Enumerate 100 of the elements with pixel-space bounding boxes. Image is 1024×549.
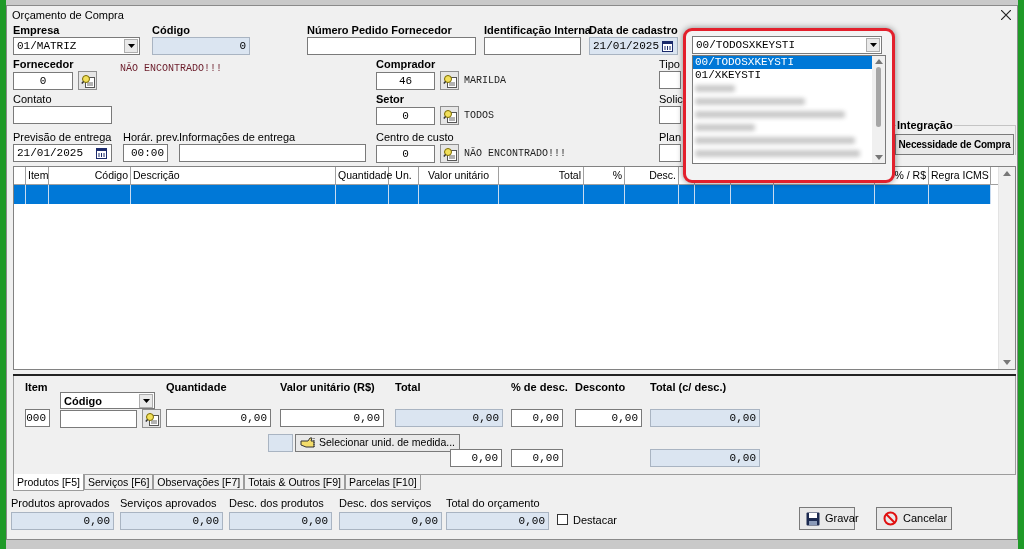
- scroll-down-icon[interactable]: [874, 155, 883, 160]
- close-icon[interactable]: [1001, 10, 1011, 20]
- field-label: Solic: [659, 93, 683, 106]
- checkbox-label: Destacar: [573, 512, 618, 528]
- dropdown-arrow-icon: [127, 44, 135, 48]
- column-header[interactable]: Total: [499, 167, 584, 184]
- input-field[interactable]: [484, 37, 581, 55]
- lookup-button[interactable]: [142, 409, 161, 428]
- tab[interactable]: Produtos [F5]: [13, 474, 85, 491]
- lookup-button[interactable]: [440, 71, 459, 90]
- input-field[interactable]: [659, 144, 681, 162]
- vertical-scrollbar[interactable]: [872, 56, 885, 163]
- search-icon: [80, 73, 95, 88]
- group-title: Integração: [896, 119, 954, 131]
- scroll-up-icon[interactable]: [874, 59, 883, 64]
- column-header[interactable]: %: [584, 167, 625, 184]
- search-icon: [144, 411, 159, 426]
- input-field[interactable]: 0,00: [11, 512, 114, 530]
- prohibited-icon: [883, 511, 899, 526]
- field-label: Informações de entrega: [179, 131, 296, 144]
- combo-box[interactable]: 01/MATRIZ: [13, 37, 140, 55]
- input-field[interactable]: 000: [25, 409, 50, 427]
- calendar-button[interactable]: [95, 146, 108, 160]
- input-field[interactable]: 0: [376, 106, 435, 125]
- combo-box[interactable]: 00/TODOSXKEYSTI: [692, 36, 882, 54]
- column-header[interactable]: Valor unitário: [419, 167, 499, 184]
- input-field[interactable]: 0,00: [575, 409, 642, 427]
- field-label: Total (c/ desc.): [650, 381, 727, 394]
- input-field[interactable]: [179, 144, 366, 162]
- column-header[interactable]: Regra ICMS: [929, 167, 991, 184]
- dropdown-arrow-icon: [142, 398, 150, 403]
- field-label: Previsão de entrega: [13, 131, 112, 144]
- input-field[interactable]: 0,00: [450, 449, 502, 467]
- combo-box[interactable]: Código: [60, 392, 155, 409]
- input-field[interactable]: 0,00: [511, 409, 563, 427]
- list-item[interactable]: 00/TODOSXKEYSTI: [693, 56, 872, 69]
- field-label: Fornecedor: [13, 58, 74, 71]
- input-field[interactable]: [60, 409, 137, 428]
- scroll-up-icon[interactable]: [1003, 171, 1011, 176]
- field-label: % de desc.: [511, 381, 568, 394]
- lookup-button[interactable]: [440, 144, 459, 163]
- search-icon: [442, 108, 457, 123]
- column-header[interactable]: % / R$: [875, 167, 929, 184]
- input-field[interactable]: 0,00: [229, 512, 332, 530]
- calendar-icon: [662, 40, 673, 52]
- field-label: Valor unitário (R$): [280, 381, 375, 394]
- field-label: Desc. dos serviços: [339, 497, 432, 510]
- checkbox[interactable]: [557, 514, 568, 526]
- list-item[interactable]: 01/XKEYSTI: [693, 69, 872, 82]
- input-field[interactable]: 0,00: [166, 409, 271, 427]
- scroll-down-icon[interactable]: [1003, 360, 1011, 365]
- input-field[interactable]: 0: [376, 144, 435, 163]
- field-label: Tipo: [659, 58, 680, 71]
- field-label: Centro de custo: [376, 131, 454, 144]
- lookup-button[interactable]: [440, 106, 459, 125]
- input-field[interactable]: 0,00: [280, 409, 384, 427]
- input-field[interactable]: [307, 37, 476, 55]
- field-label: Plan: [659, 131, 682, 144]
- input-field[interactable]: 0,00: [511, 449, 563, 467]
- field-label: Código: [152, 24, 190, 37]
- field-label: Total: [395, 381, 421, 394]
- lookup-button[interactable]: [78, 71, 97, 90]
- input-field[interactable]: [659, 71, 681, 89]
- field-label: Desc. dos produtos: [229, 497, 324, 510]
- field-label: Quantidade: [166, 381, 227, 394]
- field-label: Serviços aprovados: [120, 497, 217, 510]
- necessity-button[interactable]: Necessidade de Compra: [895, 134, 1014, 155]
- input-field[interactable]: 0: [13, 71, 73, 90]
- field-label: Setor: [376, 93, 405, 106]
- cancel-button[interactable]: Cancelar: [876, 507, 953, 530]
- vertical-scrollbar[interactable]: [998, 167, 1015, 369]
- field-label: Item: [25, 381, 48, 394]
- status-text: MARILDA: [464, 74, 506, 88]
- pointing-hand-icon: [300, 437, 316, 449]
- unit-select-button[interactable]: Selecionar unid. de medida...: [295, 434, 460, 452]
- column-header[interactable]: Desc.: [625, 167, 679, 184]
- status-text: NÃO ENCONTRADO!!!: [464, 146, 567, 161]
- tab[interactable]: Observações [F7]: [153, 475, 245, 490]
- field-label: Identificação Interna: [484, 24, 591, 37]
- status-text: TODOS: [464, 109, 494, 123]
- tab[interactable]: Parcelas [F10]: [345, 475, 421, 490]
- input-field[interactable]: 46: [376, 71, 435, 90]
- input-field[interactable]: 0,00: [120, 512, 223, 530]
- field-label: Empresa: [13, 24, 60, 37]
- field-label: Produtos aprovados: [11, 497, 110, 510]
- tab[interactable]: Totais & Outros [F9]: [244, 475, 345, 490]
- field-label: Horár. prev.: [123, 131, 180, 144]
- input-field[interactable]: 00:00: [123, 144, 168, 162]
- column-header[interactable]: Descrição: [131, 167, 336, 184]
- date-field[interactable]: 21/01/2025: [13, 144, 112, 162]
- window-title: Orçamento de Compra: [12, 7, 124, 23]
- column-header[interactable]: Código: [49, 167, 131, 184]
- input-field[interactable]: 0,00: [446, 512, 549, 530]
- input-field[interactable]: [13, 106, 112, 124]
- tab[interactable]: Serviços [F6]: [84, 475, 154, 490]
- input-field[interactable]: 0,00: [339, 512, 442, 530]
- column-header[interactable]: Item: [26, 167, 49, 184]
- search-icon: [442, 73, 457, 88]
- dropdown-arrow-icon: [869, 43, 877, 47]
- input-field[interactable]: [659, 106, 681, 124]
